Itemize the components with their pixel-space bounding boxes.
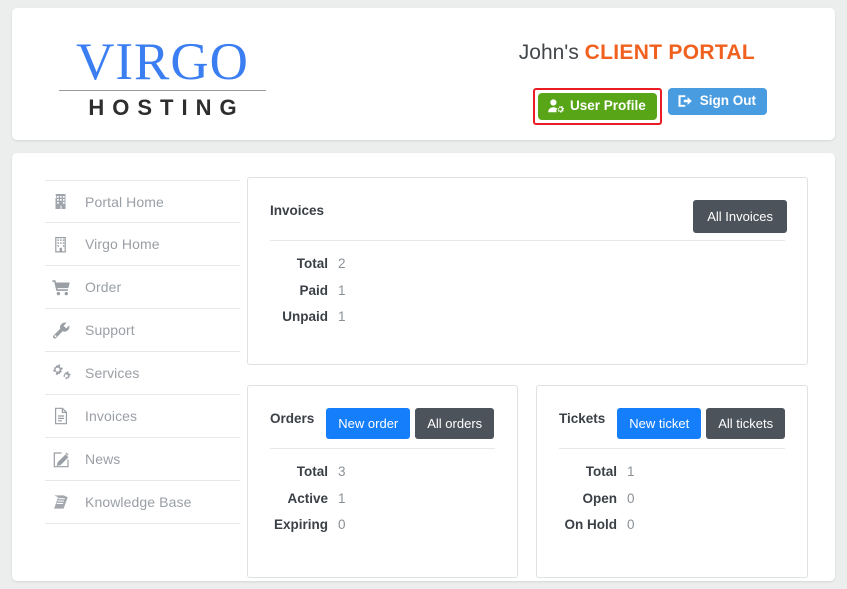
portal-title-brand: CLIENT PORTAL	[584, 41, 755, 64]
sidebar-item-services[interactable]: Services	[45, 352, 240, 395]
sidebar-label-support: Support	[85, 322, 135, 338]
stat-row: Open 0	[537, 490, 807, 506]
invoices-paid-label: Paid	[299, 282, 328, 298]
tickets-total-label: Total	[585, 464, 617, 479]
sidebar-item-support[interactable]: Support	[45, 309, 240, 352]
orders-panel-title: Orders	[270, 411, 315, 426]
invoices-total-value: 2	[338, 256, 346, 271]
invoices-panel-actions: All Invoices	[693, 200, 787, 233]
sidebar-item-invoices[interactable]: Invoices	[45, 395, 240, 438]
tickets-stats: Total 1 Open 0 On Hold 0	[537, 449, 807, 532]
stat-row: Unpaid 1	[248, 310, 807, 324]
tickets-panel-title: Tickets	[559, 411, 606, 426]
stat-row: Active 1	[248, 490, 517, 506]
sidebar-label-services: Services	[85, 365, 140, 381]
invoices-panel-header: Invoices All Invoices	[248, 178, 807, 234]
tickets-total-value: 1	[627, 464, 635, 479]
sign-out-icon	[678, 94, 694, 108]
sidebar-label-portal-home: Portal Home	[85, 193, 164, 210]
edit-icon	[51, 449, 71, 469]
all-invoices-button[interactable]: All Invoices	[693, 200, 787, 233]
orders-panel-actions: New order All orders	[326, 408, 495, 439]
gears-icon	[51, 363, 71, 383]
user-gear-icon	[548, 99, 564, 113]
orders-stats: Total 3 Active 1 Expiring 0	[248, 449, 517, 532]
invoices-stats: Total 2 Paid 1 Unpaid 1	[248, 241, 807, 324]
orders-active-value: 1	[338, 490, 346, 506]
tickets-onhold-label: On Hold	[564, 517, 618, 532]
orders-expiring-value: 0	[338, 517, 346, 532]
sidebar-label-knowledge-base: Knowledge Base	[85, 494, 192, 510]
invoices-paid-value: 1	[338, 282, 346, 298]
file-icon	[51, 406, 71, 426]
orders-active-label: Active	[287, 490, 328, 506]
new-order-button[interactable]: New order	[326, 408, 411, 439]
invoices-unpaid-value: 1	[338, 309, 346, 324]
tickets-open-value: 0	[627, 490, 635, 506]
all-orders-button[interactable]: All orders	[415, 408, 495, 439]
sign-out-button[interactable]: Sign Out	[667, 88, 767, 115]
stat-row: Total 2	[248, 257, 807, 271]
building-icon	[51, 234, 71, 254]
stat-row: Paid 1	[248, 282, 807, 298]
tickets-panel-header: Tickets New ticket All tickets	[537, 386, 807, 442]
orders-total-value: 3	[338, 464, 346, 479]
user-profile-button[interactable]: User Profile	[537, 93, 657, 120]
portal-title-owner: John's	[518, 41, 585, 64]
sidebar-item-knowledge-base[interactable]: Knowledge Base	[45, 481, 240, 524]
stat-row: On Hold 0	[537, 518, 807, 532]
header-actions: User Profile Sign Out	[532, 88, 767, 125]
tickets-panel-actions: New ticket All tickets	[617, 408, 786, 439]
user-profile-label: User Profile	[569, 98, 646, 114]
all-tickets-button[interactable]: All tickets	[706, 408, 786, 439]
orders-panel: Orders New order All orders Total 3 Acti…	[247, 385, 518, 578]
sidebar-item-news[interactable]: News	[45, 438, 240, 481]
invoices-total-label: Total	[296, 256, 328, 271]
sidebar-item-virgo-home[interactable]: Virgo Home	[45, 223, 240, 266]
shopping-cart-icon	[51, 277, 71, 297]
virgo-hosting-logo[interactable]: VIRGO HOSTING	[45, 35, 280, 121]
book-icon	[51, 492, 71, 512]
invoices-panel: Invoices All Invoices Total 2 Paid 1 Unp…	[247, 177, 808, 365]
wrench-icon	[51, 320, 71, 340]
orders-expiring-label: Expiring	[273, 517, 328, 532]
sidebar-item-portal-home[interactable]: Portal Home	[45, 180, 240, 223]
sign-out-label: Sign Out	[699, 93, 756, 109]
sidebar-nav: Portal Home Virgo Home Order Support Ser…	[45, 180, 240, 524]
stat-row: Total 1	[537, 465, 807, 479]
sidebar-label-order: Order	[85, 279, 122, 295]
stat-row: Expiring 0	[248, 518, 517, 532]
header-card: VIRGO HOSTING John's CLIENT PORTAL User …	[12, 8, 835, 140]
sidebar-label-virgo-home: Virgo Home	[85, 236, 160, 252]
tickets-onhold-value: 0	[627, 517, 635, 532]
building-icon	[51, 192, 71, 212]
sidebar-label-news: News	[85, 451, 121, 467]
orders-panel-header: Orders New order All orders	[248, 386, 517, 442]
logo-primary-text: VIRGO	[76, 33, 249, 91]
user-profile-highlight: User Profile	[532, 88, 662, 125]
new-ticket-button[interactable]: New ticket	[617, 408, 702, 439]
invoices-panel-title: Invoices	[270, 203, 325, 218]
tickets-open-label: Open	[582, 490, 617, 506]
sidebar-label-invoices: Invoices	[85, 408, 138, 424]
invoices-unpaid-label: Unpaid	[282, 309, 328, 324]
logo-secondary-text: HOSTING	[88, 95, 245, 121]
client-portal-page: VIRGO HOSTING John's CLIENT PORTAL User …	[0, 0, 847, 589]
sidebar-item-order[interactable]: Order	[45, 266, 240, 309]
orders-total-label: Total	[296, 464, 328, 479]
page-title: John's CLIENT PORTAL	[519, 41, 755, 65]
stat-row: Total 3	[248, 465, 517, 479]
tickets-panel: Tickets New ticket All tickets Total 1 O…	[536, 385, 808, 578]
